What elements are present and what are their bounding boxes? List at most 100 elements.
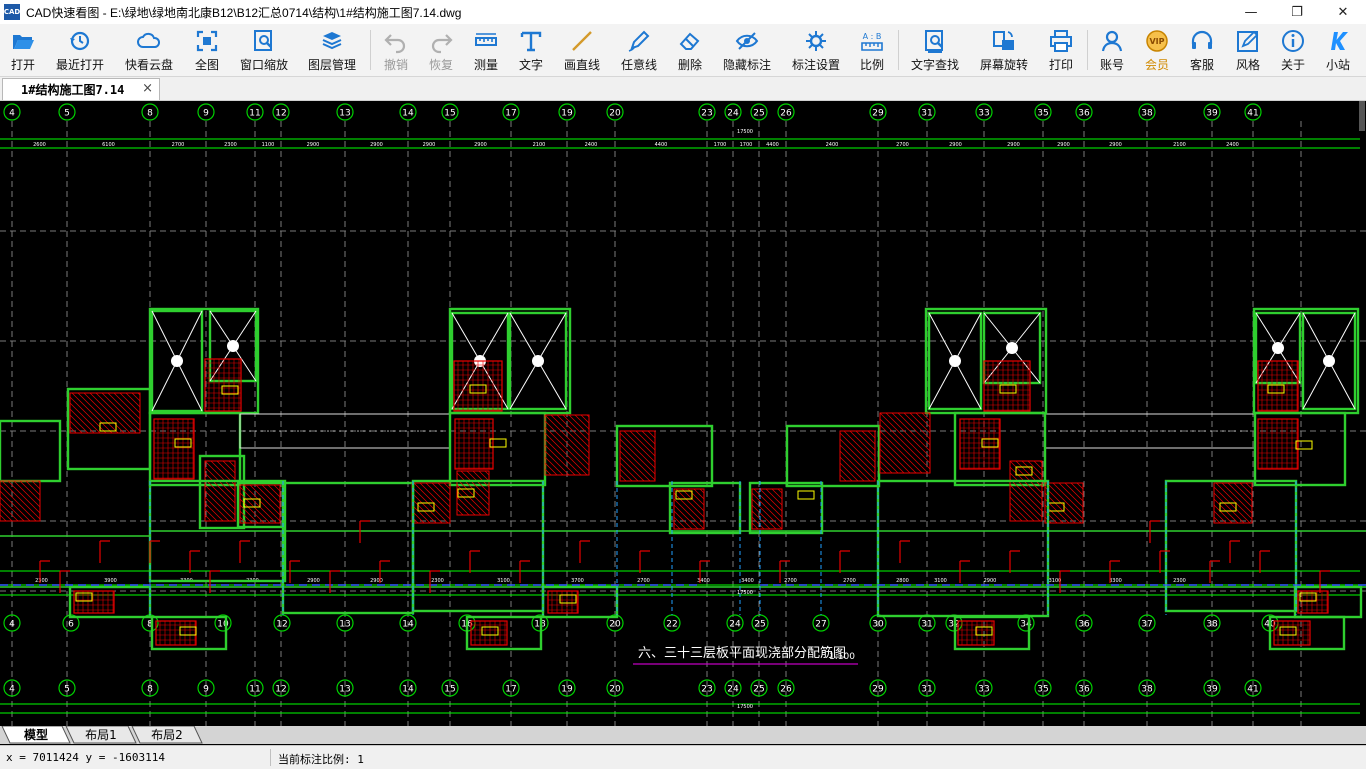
- hatch-line: [693, 488, 705, 500]
- hatch-line: [647, 430, 656, 439]
- shaft-marker: [1006, 342, 1018, 354]
- cloud-button[interactable]: 快看云盘: [123, 28, 175, 74]
- hatch-line: [1009, 508, 1023, 522]
- measure-button[interactable]: 测量: [470, 28, 502, 74]
- hatch-line: [228, 460, 236, 468]
- hatch-line: [222, 460, 236, 474]
- layout-tab-model[interactable]: 模型: [10, 726, 62, 743]
- axis-label: 31: [921, 620, 932, 630]
- dimension-text: 2900: [307, 578, 320, 584]
- close-tab-icon[interactable]: ×: [142, 81, 153, 96]
- drawing-canvas[interactable]: 4 5 8 9 11 12 13 14 15 17 19 20 23 24 25 26 29 31 33 35 36 38…: [0, 101, 1366, 726]
- hatch-line: [1009, 478, 1043, 512]
- hatch-line: [249, 484, 281, 516]
- open-button[interactable]: 打开: [6, 28, 40, 74]
- dimension-text: 2300: [35, 578, 48, 584]
- vertical-scrollbar[interactable]: [1358, 101, 1366, 726]
- corridor-hatch-dot: [441, 430, 443, 432]
- draw-line-button[interactable]: 画直线: [561, 28, 603, 74]
- style-button[interactable]: 风格: [1232, 28, 1264, 74]
- hatch-line: [574, 414, 590, 430]
- print-button[interactable]: 打印: [1045, 28, 1077, 74]
- document-tab-bar: 1#结构施工图7.14 ×: [0, 77, 1366, 101]
- cad-drawing[interactable]: 4 5 8 9 11 12 13 14 15 17 19 20 23 24 25 26 29 31 33 35 36 38…: [0, 101, 1366, 726]
- corridor-hatch-dot: [1204, 430, 1206, 432]
- hatch-line: [1, 480, 41, 520]
- service-button[interactable]: 客服: [1186, 28, 1218, 74]
- hide-annotations-button[interactable]: 隐藏标注: [720, 28, 774, 74]
- hatch-line: [0, 514, 7, 522]
- scale-button[interactable]: A : B 比例: [856, 28, 888, 74]
- dimension-text: 3400: [741, 578, 754, 584]
- axis-label: 12: [276, 620, 287, 630]
- corridor-hatch-dot: [267, 430, 269, 432]
- pen-icon: [628, 30, 650, 52]
- rotate-screen-button[interactable]: 屏幕旋转: [978, 28, 1030, 74]
- axis-label: 20: [609, 109, 621, 119]
- corridor-hatch-dot: [243, 430, 245, 432]
- corridor-hatch-dot: [1132, 430, 1134, 432]
- corridor-hatch-dot: [303, 430, 305, 432]
- corridor-hatch-dot: [261, 430, 263, 432]
- axis-label: 20: [609, 620, 621, 630]
- hatch-line: [861, 430, 876, 445]
- axis-label: 11: [249, 109, 260, 119]
- hatch-line: [1052, 482, 1084, 514]
- measure-label: 测量: [473, 58, 498, 72]
- undo-button[interactable]: 撤销: [380, 28, 412, 74]
- account-button[interactable]: 账号: [1096, 28, 1128, 74]
- folder-open-icon: [13, 35, 34, 49]
- dimension-text: 2700: [896, 142, 909, 148]
- hatch-line: [544, 462, 558, 476]
- text-button[interactable]: 文字: [515, 28, 547, 74]
- erase-button[interactable]: 删除: [674, 28, 706, 74]
- hatch-line: [1215, 482, 1253, 520]
- maximize-button[interactable]: ❐: [1274, 0, 1320, 24]
- axis-label: 38: [1141, 109, 1153, 119]
- layout-tab-1[interactable]: 布局1: [74, 726, 128, 743]
- corridor-hatch-dot: [1102, 430, 1104, 432]
- about-button[interactable]: 关于: [1277, 28, 1309, 74]
- text-tool-icon: [520, 31, 542, 52]
- axis-label: 27: [815, 620, 826, 630]
- erase-label: 删除: [677, 58, 702, 72]
- dimension-text: 2700: [172, 142, 185, 148]
- wall-outline: [281, 481, 415, 615]
- dimension-text: 2900: [307, 142, 320, 148]
- fit-all-button[interactable]: 全图: [190, 28, 224, 74]
- axis-label: 22: [666, 620, 677, 630]
- corridor-hatch-dot: [1246, 430, 1248, 432]
- mini-site-button[interactable]: 小站: [1322, 28, 1354, 74]
- layout-tab-2[interactable]: 布局2: [140, 726, 194, 743]
- redo-button[interactable]: 恢复: [425, 28, 457, 74]
- hatch-line: [0, 508, 13, 522]
- close-button[interactable]: ✕: [1320, 0, 1366, 24]
- freehand-button[interactable]: 任意线: [618, 28, 660, 74]
- minimize-button[interactable]: —: [1228, 0, 1274, 24]
- hatch-line: [413, 482, 451, 520]
- annotation-settings-button[interactable]: 标注设置: [790, 28, 842, 74]
- axis-label: 25: [754, 620, 765, 630]
- hatch-line: [1009, 496, 1035, 522]
- corridor-hatch-dot: [1150, 430, 1152, 432]
- vip-button[interactable]: VIP 会员: [1141, 28, 1173, 74]
- hatch-line: [456, 478, 490, 512]
- hatch-line: [7, 480, 41, 514]
- hatch-line: [897, 412, 931, 446]
- recent-button[interactable]: 最近打开: [54, 28, 106, 74]
- shaft-marker: [532, 355, 544, 367]
- hatch-line: [456, 502, 470, 516]
- axis-label: 29: [872, 109, 884, 119]
- document-tab[interactable]: 1#结构施工图7.14 ×: [2, 78, 160, 100]
- dimension-text: 2300: [1173, 578, 1186, 584]
- vip-icon-text: VIP: [1149, 37, 1164, 46]
- hatch-line: [478, 470, 490, 482]
- window-zoom-button[interactable]: 窗口缩放: [237, 28, 291, 74]
- axis-label: 5: [64, 685, 70, 695]
- hatch-line: [879, 424, 929, 474]
- text-search-button[interactable]: 文字查找: [908, 28, 962, 74]
- corridor-hatch-dot: [1162, 430, 1164, 432]
- layers-button[interactable]: 图层管理: [306, 28, 358, 74]
- hatch-line: [125, 392, 141, 408]
- corridor-hatch-dot: [291, 430, 293, 432]
